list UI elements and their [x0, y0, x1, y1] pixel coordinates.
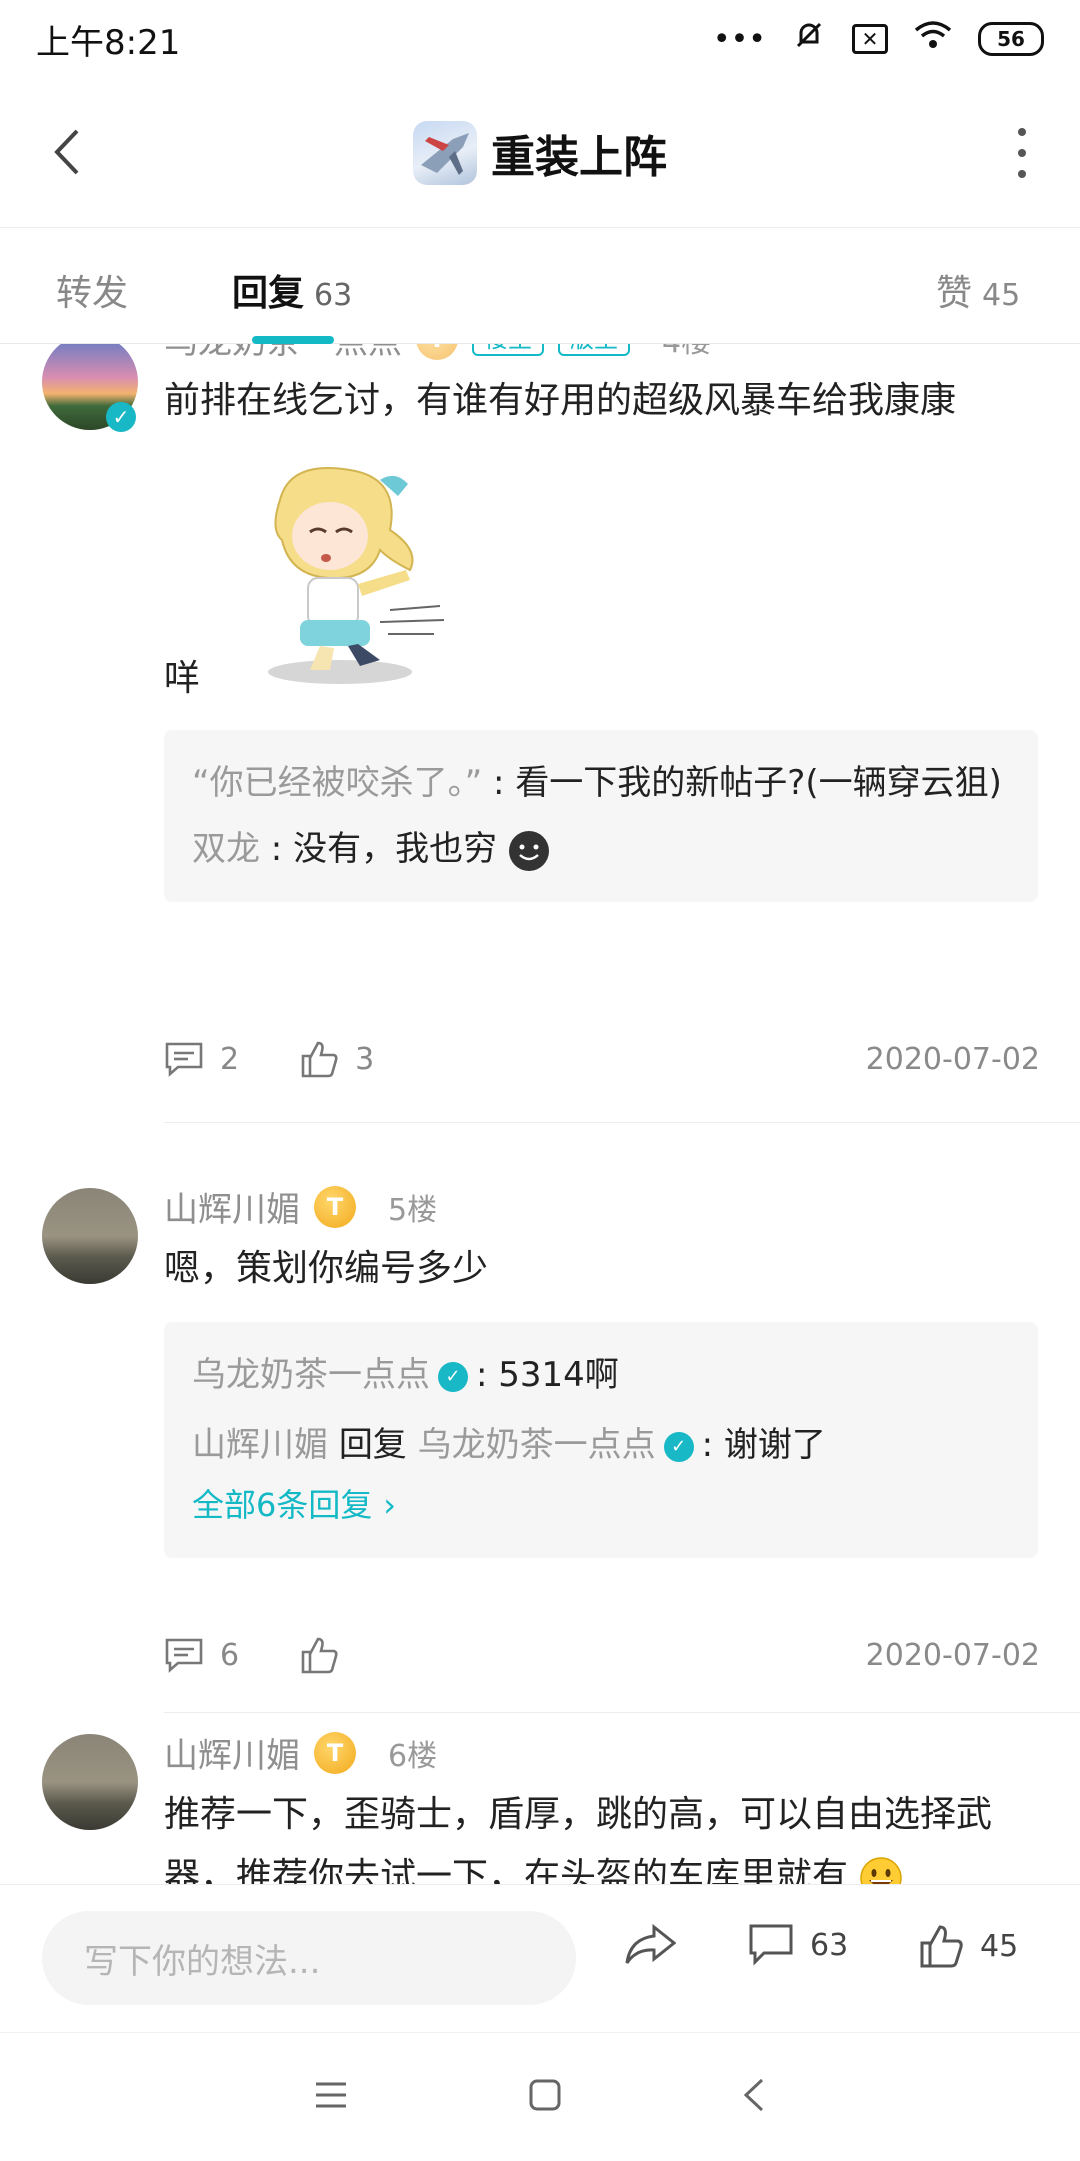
comment-icon: [165, 1638, 203, 1673]
username[interactable]: 山辉川媚: [164, 1728, 300, 1777]
tab-likes[interactable]: 赞 45: [936, 264, 1020, 316]
status-bar: 上午8:21 ••• ✕ 56: [0, 0, 1080, 78]
avatar[interactable]: [42, 1734, 138, 1830]
comment-input[interactable]: 写下你的想法...: [42, 1911, 576, 2005]
comment-count: 6: [220, 1637, 240, 1673]
tab-reply-count: 63: [314, 278, 353, 313]
system-nav-bar: [0, 2032, 1080, 2161]
title-group[interactable]: 重装上阵: [413, 120, 667, 185]
level-badge-icon: T: [314, 1185, 356, 1228]
username[interactable]: 乌龙奶茶一点点: [164, 344, 402, 363]
all-replies-label: 全部6条回复: [192, 1486, 373, 1524]
like-button[interactable]: 3: [299, 1039, 374, 1079]
post-text: 推荐一下，歪骑士，盾厚，跳的高，可以自由选择武器，推荐你去试一下，在头盔的车库里…: [164, 1784, 1044, 1884]
sim-x-icon: ✕: [852, 24, 888, 54]
battery-icon: 56: [978, 22, 1044, 56]
username[interactable]: 山辉川媚: [164, 1182, 300, 1231]
post-actions: 2 3 2020-07-02: [164, 1034, 1040, 1084]
sub-reply[interactable]: 双龙 : 没有，我也穷: [192, 820, 1010, 878]
comment-button[interactable]: 2: [164, 1041, 239, 1077]
share-icon: [625, 1923, 676, 1964]
comment-total: 63: [810, 1927, 849, 1963]
verified-icon: ✓: [106, 402, 136, 432]
sub-reply-text: 没有，我也穷: [293, 829, 498, 869]
post-actions: 6 2020-07-02: [164, 1630, 1040, 1680]
level-badge-icon: T: [314, 1731, 356, 1774]
comment-icon: [749, 1924, 793, 1966]
smile-emoji-icon: [508, 829, 550, 871]
comment-button[interactable]: 6: [164, 1637, 239, 1673]
post-header: 山辉川媚 T 5楼: [164, 1182, 437, 1231]
thumbs-up-icon: [301, 1041, 338, 1078]
level-badge-icon: T: [416, 344, 458, 360]
tag-owner: 楼主: [472, 344, 544, 356]
sub-reply-author[interactable]: 双龙: [192, 829, 260, 869]
home-icon[interactable]: [528, 2078, 562, 2116]
bottom-action-bar: 写下你的想法... 63 45: [0, 1884, 1080, 2032]
status-icons: ••• ✕ 56: [713, 18, 1044, 60]
sub-reply-author[interactable]: “你已经被咬杀了。”: [192, 763, 482, 803]
post-text: 嗯，策划你编号多少: [164, 1248, 489, 1289]
thumbs-up-icon: [920, 1925, 963, 1968]
app-header: 重装上阵: [0, 78, 1080, 228]
verified-icon: ✓: [438, 1361, 468, 1392]
comments-button[interactable]: 63: [748, 1923, 848, 1967]
page-title: 重装上阵: [491, 131, 667, 183]
like-button[interactable]: [299, 1635, 339, 1675]
floor-number: 5楼: [388, 1192, 438, 1228]
sub-reply-text: 谢谢了: [723, 1425, 826, 1465]
tab-active-indicator: [252, 336, 334, 344]
status-time: 上午8:21: [36, 22, 181, 63]
back-icon[interactable]: [36, 122, 96, 182]
like-count: 3: [355, 1041, 375, 1077]
wifi-icon: [914, 20, 952, 58]
divider: [164, 1122, 1080, 1123]
floor-number: 6楼: [388, 1738, 438, 1774]
sub-reply-author[interactable]: 乌龙奶茶一点点: [192, 1355, 430, 1395]
game-logo-icon: [413, 120, 477, 185]
post-header: 乌龙奶茶一点点 T 楼主 版主 4楼: [164, 344, 711, 363]
post-text: 前排在线乞讨，有谁有好用的超级风暴车给我康康: [164, 380, 957, 421]
divider: [164, 1712, 1080, 1713]
verified-icon: ✓: [663, 1431, 694, 1462]
sub-reply-box[interactable]: “你已经被咬杀了。” : 看一下我的新帖子?(一辆穿云狙) 双龙 : 没有，我也…: [164, 730, 1038, 902]
tab-forward[interactable]: 转发: [56, 264, 128, 316]
share-button[interactable]: [624, 1923, 676, 1967]
more-options-icon[interactable]: [1012, 128, 1032, 178]
sub-reply[interactable]: 山辉川媚 回复 乌龙奶茶一点点 ✓: 谢谢了: [192, 1416, 1010, 1474]
comment-icon: [165, 1042, 203, 1077]
avatar[interactable]: [42, 1188, 138, 1284]
reply-word: 回复: [338, 1425, 407, 1465]
image-caption: 咩: [164, 658, 201, 699]
mute-bell-icon: [792, 18, 826, 60]
sub-reply-text: 5314啊: [498, 1355, 619, 1395]
post-date: 2020-07-02: [865, 1637, 1040, 1673]
all-replies-link[interactable]: 全部6条回复 ›: [192, 1476, 1010, 1534]
sub-reply[interactable]: 乌龙奶茶一点点 ✓: 5314啊: [192, 1346, 1010, 1404]
more-notifications-icon: •••: [712, 21, 766, 57]
sub-reply-target[interactable]: 乌龙奶茶一点点: [418, 1425, 656, 1465]
nav-back-icon[interactable]: [742, 2077, 766, 2117]
sub-reply-text: 看一下我的新帖子?(一辆穿云狙): [515, 763, 1002, 803]
sub-reply-author[interactable]: 山辉川媚: [192, 1425, 328, 1465]
tab-reply-label: 回复: [232, 273, 305, 314]
sub-reply-box[interactable]: 乌龙奶茶一点点 ✓: 5314啊 山辉川媚 回复 乌龙奶茶一点点 ✓: 谢谢了 全部…: [164, 1322, 1038, 1558]
comment-count: 2: [220, 1041, 240, 1077]
sub-reply[interactable]: “你已经被咬杀了。” : 看一下我的新帖子?(一辆穿云狙): [192, 754, 1010, 812]
thumbs-up-icon: [301, 1637, 338, 1674]
tab-reply[interactable]: 回复 63: [232, 264, 352, 316]
chevron-right-icon: ›: [383, 1486, 396, 1524]
reply-feed[interactable]: ✓ 乌龙奶茶一点点 T 楼主 版主 4楼 前排在线乞讨，有谁有好用的超级风暴车给…: [0, 344, 1080, 1884]
tag-moderator: 版主: [558, 344, 630, 356]
grin-emoji-icon: [859, 1856, 903, 1884]
post-date: 2020-07-02: [865, 1041, 1040, 1077]
floor-number: 4楼: [662, 344, 711, 361]
tab-likes-label: 赞: [936, 273, 973, 314]
like-post-button[interactable]: 45: [918, 1923, 1018, 1969]
post-header: 山辉川媚 T 6楼: [164, 1728, 437, 1777]
tab-likes-count: 45: [982, 278, 1021, 313]
menu-icon[interactable]: [314, 2080, 348, 2114]
like-total: 45: [980, 1928, 1019, 1964]
tab-bar: 转发 回复 63 赞 45: [0, 228, 1080, 344]
